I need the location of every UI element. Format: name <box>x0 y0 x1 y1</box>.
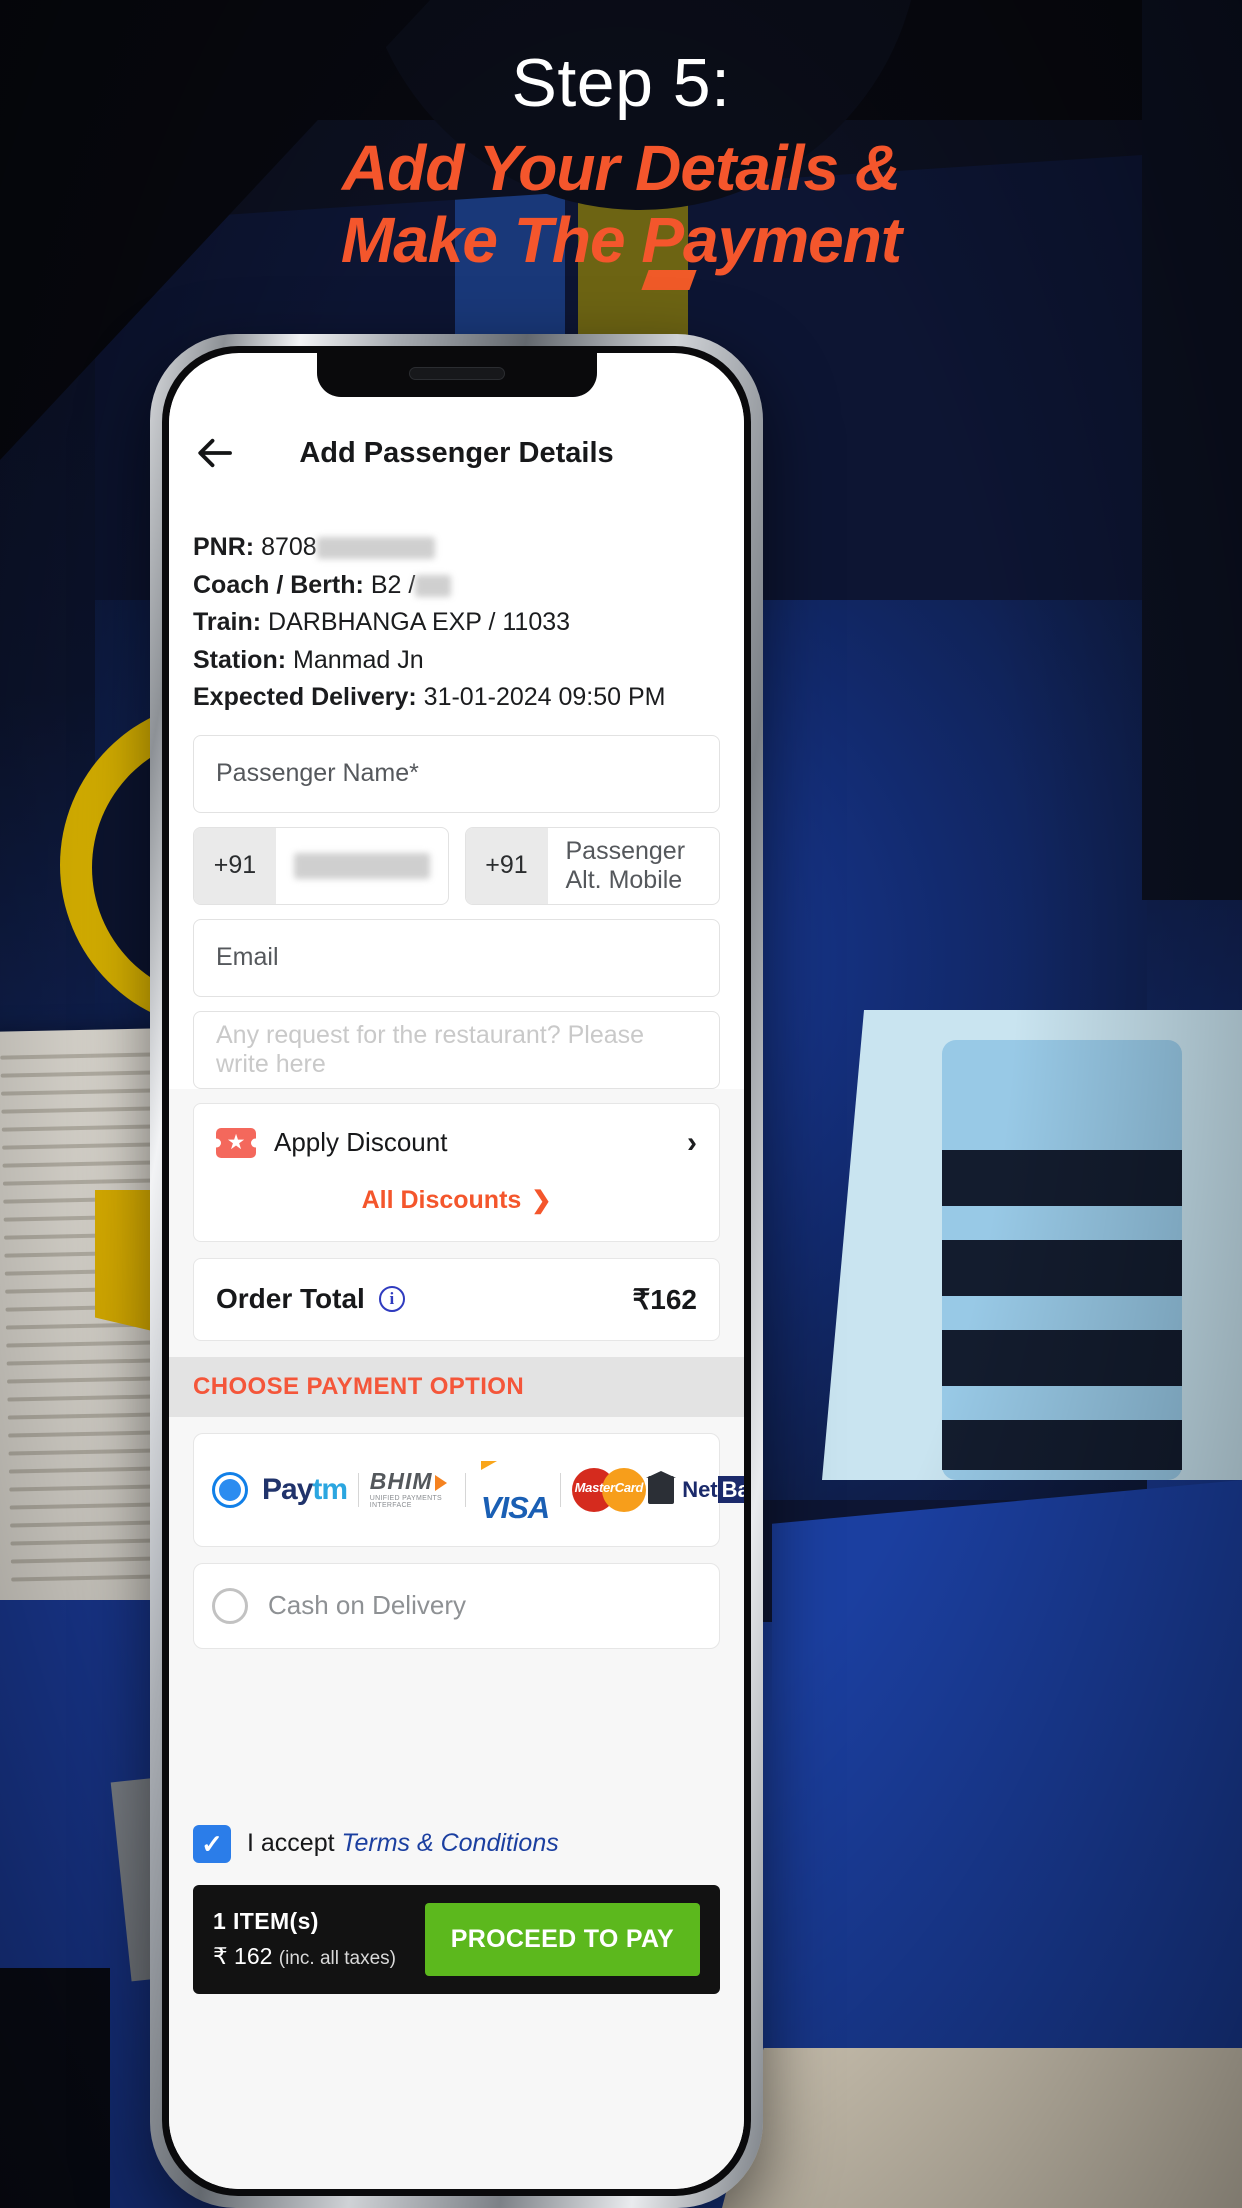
info-row-coach: Coach / Berth: B2 / <box>193 567 720 605</box>
headline-line-2: Make The Payment <box>340 204 902 277</box>
redacted-pnr <box>316 537 435 560</box>
alt-mobile-group[interactable]: +91 Passenger Alt. Mobile <box>464 826 720 905</box>
terms-prefix: I accept <box>247 1829 342 1857</box>
info-value-coach: B2 / <box>370 570 416 599</box>
phone-notch <box>316 353 597 397</box>
app-header: Add Passenger Details <box>169 397 744 509</box>
paytm-text-a: Pay <box>262 1472 313 1506</box>
bhim-subtitle: UNIFIED PAYMENTS INTERFACE <box>369 1495 442 1509</box>
logo-divider <box>358 1472 359 1507</box>
phone-bezel: Add Passenger Details PNR: 8708 Coach / … <box>162 346 751 2196</box>
logo-divider <box>560 1472 561 1507</box>
redacted-berth <box>415 574 452 597</box>
arrow-left-icon[interactable] <box>195 432 237 474</box>
app-content: PNR: 8708 Coach / Berth: B2 / Train: DAR… <box>169 509 744 2189</box>
bhim-logo: BHIM UNIFIED PAYMENTS INTERFACE <box>370 1470 454 1509</box>
mobile-country-code: +91 <box>194 827 276 904</box>
info-row-delivery: Expected Delivery: 31-01-2024 09:50 PM <box>193 679 720 717</box>
info-label-train: Train: <box>193 608 262 636</box>
chevron-right-icon[interactable]: › <box>687 1126 697 1160</box>
terms-link[interactable]: Terms & Conditions <box>342 1829 559 1857</box>
order-total-left: Order Total i <box>216 1283 405 1315</box>
discount-card: ★ Apply Discount › All Discounts ❯ <box>193 1102 720 1242</box>
apply-discount-row[interactable]: ★ Apply Discount › <box>194 1104 719 1182</box>
email-input[interactable]: Email <box>193 918 720 997</box>
order-total-label: Order Total <box>216 1283 365 1314</box>
logo-divider <box>465 1472 466 1507</box>
headline-line-1: Add Your Details & <box>341 132 901 205</box>
payment-section-title: CHOOSE PAYMENT OPTION <box>169 1356 744 1417</box>
passenger-form: Passenger Name* +91 +91 Passenger Alt. M… <box>169 734 744 1089</box>
bank-building-icon <box>646 1470 677 1504</box>
order-total-amount: ₹162 <box>632 1283 697 1315</box>
info-label-pnr: PNR: <box>193 533 255 561</box>
mastercard-text: MasterCard <box>574 1479 644 1495</box>
terms-row: ✓ I accept Terms & Conditions <box>169 1824 744 1863</box>
netbanking-logo: NetBanking <box>646 1470 744 1504</box>
pay-bar: 1 ITEM(s) ₹ 162 (inc. all taxes) PROCEED… <box>193 1884 720 1994</box>
check-icon: ✓ <box>201 1828 223 1859</box>
proceed-to-pay-button[interactable]: PROCEED TO PAY <box>424 1902 700 1976</box>
redacted-mobile <box>294 852 430 879</box>
radio-cash-on-delivery[interactable] <box>212 1587 248 1624</box>
content-spacer <box>169 1648 744 1799</box>
order-total-card[interactable]: Order Total i ₹162 <box>193 1257 720 1341</box>
info-circle-icon[interactable]: i <box>378 1286 405 1312</box>
all-discounts-label: All Discounts <box>361 1185 522 1214</box>
page-title: Add Passenger Details <box>299 436 614 469</box>
step-title: Step 5: <box>511 45 731 121</box>
alt-country-code: +91 <box>465 827 548 904</box>
discount-left: ★ Apply Discount <box>216 1127 447 1158</box>
poster-headline: Step 5: Add Your Details & Make The Paym… <box>0 45 1242 277</box>
info-value-pnr: 8708 <box>261 533 317 561</box>
visa-swoosh-icon <box>480 1461 497 1471</box>
info-value-train: DARBHANGA EXP / 11033 <box>268 608 571 636</box>
mobile-row: +91 +91 Passenger Alt. Mobile <box>193 826 720 905</box>
info-row-station: Station: Manmad Jn <box>193 642 720 680</box>
terms-checkbox[interactable]: ✓ <box>193 1824 231 1863</box>
alt-mobile-input[interactable]: Passenger Alt. Mobile <box>548 828 720 904</box>
info-value-station: Manmad Jn <box>293 645 424 674</box>
visa-text: VISA <box>480 1489 550 1525</box>
mastercard-logo: MasterCard <box>571 1467 646 1512</box>
passenger-mobile-input[interactable] <box>276 828 448 904</box>
pay-bar-amount: ₹ 162 <box>213 1943 273 1969</box>
all-discounts-link[interactable]: All Discounts ❯ <box>194 1182 719 1241</box>
pay-bar-amount-row: ₹ 162 (inc. all taxes) <box>213 1943 396 1970</box>
chevron-right-icon-small: ❯ <box>531 1186 552 1214</box>
passenger-mobile-group[interactable]: +91 <box>193 826 449 905</box>
info-label-coach: Coach / Berth: <box>193 570 364 599</box>
earpiece-speaker <box>408 367 505 380</box>
paytm-logo: Paytm <box>262 1472 348 1507</box>
netbanking-text: NetBanking <box>682 1475 744 1503</box>
passenger-name-input[interactable]: Passenger Name* <box>193 734 720 813</box>
info-label-station: Station: <box>193 645 287 674</box>
bhim-triangle-icon <box>434 1474 447 1491</box>
phone-mockup: Add Passenger Details PNR: 8708 Coach / … <box>150 334 763 2208</box>
phone-screen: Add Passenger Details PNR: 8708 Coach / … <box>169 353 744 2189</box>
netbanking-text-b: Banking <box>717 1475 744 1503</box>
cod-label: Cash on Delivery <box>268 1590 466 1620</box>
info-row-pnr: PNR: 8708 <box>193 529 720 567</box>
headline-text: Add Your Details & Make The Payment <box>0 133 1242 276</box>
radio-online-selected[interactable] <box>212 1471 248 1508</box>
visa-logo: VISA <box>477 1454 550 1526</box>
apply-discount-label: Apply Discount <box>274 1127 448 1157</box>
info-row-train: Train: DARBHANGA EXP / 11033 <box>193 604 720 642</box>
payment-option-online[interactable]: Paytm BHIM UNIFIED PAYMENTS INTERFACE VIS… <box>193 1432 744 1547</box>
pay-bar-tax-note: (inc. all taxes) <box>278 1948 396 1969</box>
bhim-text: BHIM <box>369 1468 433 1494</box>
netbanking-text-a: Net <box>682 1476 718 1502</box>
pay-bar-items: 1 ITEM(s) <box>213 1908 319 1934</box>
pay-bar-summary: 1 ITEM(s) ₹ 162 (inc. all taxes) <box>213 1908 396 1970</box>
info-label-delivery: Expected Delivery: <box>193 683 417 711</box>
ticket-star-icon: ★ <box>216 1127 256 1158</box>
payment-option-cod[interactable]: Cash on Delivery <box>193 1562 720 1649</box>
terms-text: I accept Terms & Conditions <box>247 1829 559 1858</box>
paytm-text-b: tm <box>312 1472 348 1506</box>
payment-logos: Paytm BHIM UNIFIED PAYMENTS INTERFACE VIS… <box>262 1454 744 1526</box>
restaurant-request-input[interactable]: Any request for the restaurant? Please w… <box>193 1010 720 1089</box>
info-value-delivery: 31-01-2024 09:50 PM <box>423 683 666 711</box>
booking-info-block: PNR: 8708 Coach / Berth: B2 / Train: DAR… <box>169 509 744 735</box>
